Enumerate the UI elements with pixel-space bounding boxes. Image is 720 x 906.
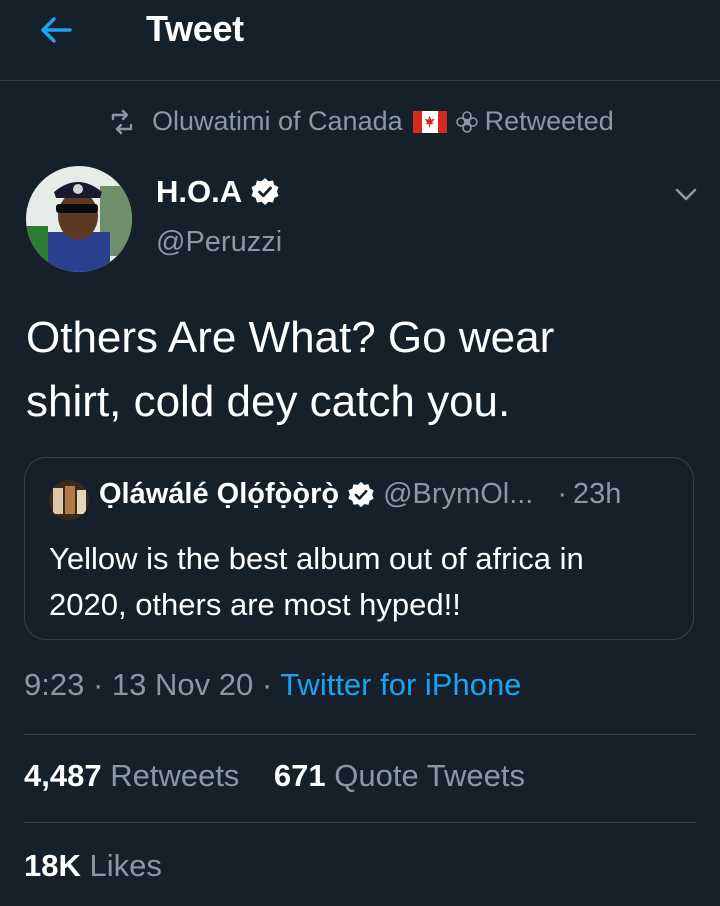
retweets-label: Retweets bbox=[110, 758, 240, 793]
quoted-author-name: Ọláwálé Ọlọ́fọ̀ọ̀rọ̀ bbox=[99, 478, 340, 510]
retweeted-label: Retweeted bbox=[484, 106, 614, 136]
author-name[interactable]: H.O.A bbox=[156, 174, 280, 210]
divider bbox=[24, 734, 696, 735]
canada-flag-icon bbox=[412, 110, 447, 133]
retweeted-by-row[interactable]: Oluwatimi of Canada Retweeted bbox=[108, 106, 614, 137]
quoted-author-handle: @BrymOl... bbox=[383, 478, 534, 510]
chevron-down-icon[interactable] bbox=[672, 180, 700, 208]
author-avatar[interactable] bbox=[26, 166, 132, 272]
top-bar: Tweet bbox=[0, 0, 720, 81]
retweeter-name[interactable]: Oluwatimi of Canada bbox=[152, 106, 403, 137]
quoted-tweet-header: Ọláwálé Ọlọ́fọ̀ọ̀rọ̀ @BrymOl... · 23h bbox=[99, 478, 621, 511]
tweet-timestamp: 9:23 · 13 Nov 20 · bbox=[24, 667, 281, 702]
flower-icon bbox=[455, 110, 478, 133]
quoted-tweet-text: Yellow is the best album out of africa i… bbox=[49, 541, 584, 622]
quoted-tweet-card[interactable]: Ọláwálé Ọlọ́fọ̀ọ̀rọ̀ @BrymOl... · 23h Ye… bbox=[24, 457, 694, 640]
author-name-text[interactable]: H.O.A bbox=[156, 174, 242, 210]
engagement-stats: 4,487 Retweets 671 Quote Tweets bbox=[24, 758, 525, 794]
tweet-source-link[interactable]: Twitter for iPhone bbox=[280, 667, 521, 702]
separator-dot: · bbox=[557, 478, 568, 510]
quoted-author-avatar bbox=[49, 480, 89, 520]
arrow-left-icon[interactable] bbox=[36, 10, 76, 50]
tweet-meta: 9:23 · 13 Nov 20 · Twitter for iPhone bbox=[24, 667, 521, 703]
likes-count: 18K bbox=[24, 848, 81, 883]
tweet-text: Others Are What? Go wear shirt, cold dey… bbox=[26, 313, 555, 426]
retweets-stat[interactable]: 4,487 Retweets bbox=[24, 758, 239, 793]
page-title: Tweet bbox=[146, 8, 244, 49]
likes-label: Likes bbox=[89, 848, 162, 883]
quote-tweets-stat[interactable]: 671 Quote Tweets bbox=[274, 758, 525, 793]
likes-stat[interactable]: 18K Likes bbox=[24, 848, 162, 884]
quote-tweets-label: Quote Tweets bbox=[334, 758, 525, 793]
quoted-tweet-time: 23h bbox=[573, 478, 622, 510]
verified-badge-icon bbox=[348, 481, 374, 507]
quote-tweets-count: 671 bbox=[273, 758, 326, 793]
author-handle[interactable]: @Peruzzi bbox=[156, 226, 282, 259]
verified-badge-icon bbox=[251, 178, 279, 205]
retweets-count: 4,487 bbox=[24, 758, 102, 793]
divider bbox=[24, 822, 696, 823]
retweet-icon bbox=[111, 109, 133, 134]
